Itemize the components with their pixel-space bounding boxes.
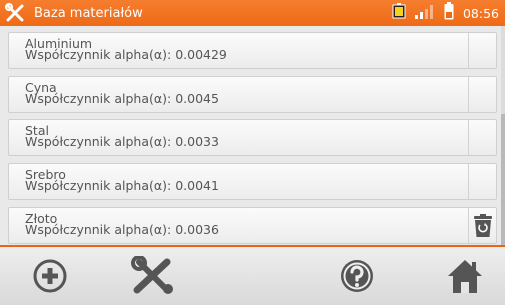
list-item[interactable]: Aluminium Współczynnik alpha(α): 0.00429: [8, 32, 497, 69]
bottom-toolbar: [0, 245, 505, 305]
list-item[interactable]: Stal Współczynnik alpha(α): 0.0033: [8, 119, 497, 156]
list-item[interactable]: Złoto Współczynnik alpha(α): 0.0036: [8, 207, 497, 244]
scrollbar-thumb[interactable]: [501, 114, 505, 254]
row-side-cell: [468, 120, 496, 155]
row-side-cell: [468, 33, 496, 68]
row-side-cell: [468, 77, 496, 112]
material-coefficient: Współczynnik alpha(α): 0.0041: [25, 178, 219, 193]
status-area: 08:56: [392, 0, 499, 26]
trash-icon: [473, 213, 492, 237]
scrollbar[interactable]: [501, 26, 505, 254]
material-coefficient: Współczynnik alpha(α): 0.0045: [25, 91, 219, 106]
material-coefficient: Współczynnik alpha(α): 0.0033: [25, 134, 219, 149]
title-bar: Baza materiałów 08:56: [0, 0, 505, 26]
page-title: Baza materiałów: [34, 5, 143, 21]
clock: 08:56: [462, 5, 499, 21]
tools-icon: [2, 0, 28, 26]
list-item[interactable]: Cyna Współczynnik alpha(α): 0.0045: [8, 76, 497, 113]
battery-icon: [392, 3, 406, 23]
add-icon: [33, 259, 67, 293]
list-item[interactable]: Srebro Współczynnik alpha(α): 0.0041: [8, 163, 497, 200]
help-icon: [341, 260, 373, 292]
home-icon: [448, 260, 482, 293]
material-coefficient: Współczynnik alpha(α): 0.00429: [25, 47, 227, 62]
settings-button[interactable]: [128, 247, 178, 305]
delete-button[interactable]: [468, 208, 496, 243]
signal-icon: [414, 4, 435, 23]
add-button[interactable]: [30, 247, 70, 305]
help-button[interactable]: [337, 247, 377, 305]
device-battery-icon: [444, 2, 454, 24]
material-coefficient: Współczynnik alpha(α): 0.0036: [25, 222, 219, 237]
home-button[interactable]: [441, 247, 489, 305]
row-side-cell: [468, 164, 496, 199]
materials-list: Aluminium Współczynnik alpha(α): 0.00429…: [0, 26, 505, 245]
tools-icon: [131, 256, 173, 294]
